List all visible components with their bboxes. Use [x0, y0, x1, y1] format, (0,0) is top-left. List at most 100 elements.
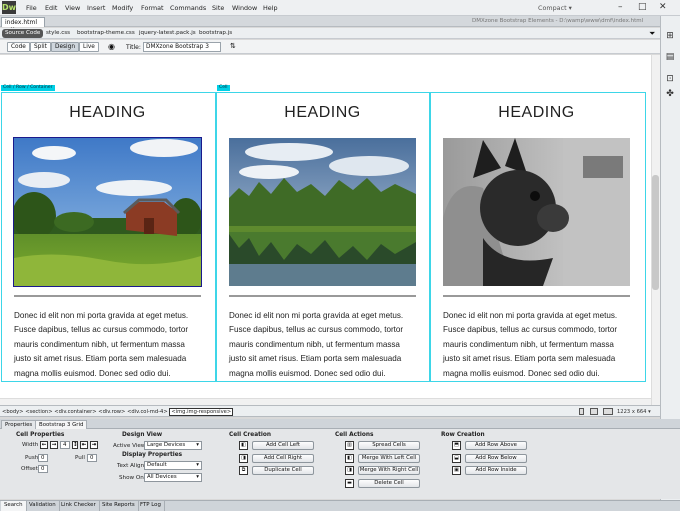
width-value[interactable]: 4 [60, 441, 70, 449]
document-toolbar [0, 40, 660, 54]
css-designer-icon[interactable]: ▤ [664, 52, 676, 63]
spread-cells-icon[interactable]: ▥ [345, 441, 354, 450]
design-view-button[interactable]: Design [51, 42, 80, 52]
workspace-switcher[interactable]: Compact ▾ [538, 4, 572, 12]
bootstrap-grid-panel [0, 429, 680, 499]
add-row-inside-button[interactable]: Add Row Inside [465, 466, 527, 475]
code-view-button[interactable]: Code [7, 42, 30, 52]
merge-right-button[interactable]: Merge With Right Cell [358, 466, 420, 475]
tag-section[interactable]: <section> [25, 409, 52, 415]
vertical-scrollbar-thumb[interactable] [652, 175, 659, 290]
tab-ftp-log[interactable]: FTP Log [137, 501, 165, 511]
pull-value[interactable]: 0 [87, 454, 97, 462]
width-decrease-icon[interactable]: ← [40, 441, 48, 449]
tab-search[interactable]: Search [1, 501, 27, 511]
width-increase-icon[interactable]: → [50, 441, 58, 449]
tab-bootstrap-grid[interactable]: Bootstrap 3 Grid [35, 420, 88, 429]
tab-properties[interactable]: Properties [1, 420, 37, 429]
menu-site[interactable]: Site [212, 4, 224, 12]
push-value[interactable]: 0 [38, 454, 48, 462]
menu-modify[interactable]: Modify [112, 4, 133, 12]
file-management-icon[interactable]: ⇅ [230, 42, 236, 50]
offset-value[interactable]: 0 [38, 465, 48, 473]
maximize-icon[interactable]: □ [638, 3, 647, 12]
active-view-select[interactable]: Large Devices [144, 441, 202, 450]
files-panel-icon[interactable]: ⊡ [664, 74, 676, 85]
source-code-button[interactable]: Source Code [2, 29, 44, 38]
menu-edit[interactable]: Edit [45, 4, 57, 12]
add-row-above-icon[interactable]: ⬒ [452, 441, 461, 450]
tag-body[interactable]: <body> [2, 409, 24, 415]
offset-left-icon[interactable]: ⇤ [80, 441, 88, 449]
menu-view[interactable]: View [65, 4, 80, 12]
pull-label: Pull [75, 455, 85, 461]
merge-right-icon[interactable]: ◨ [345, 466, 354, 475]
width-stepper-icon[interactable]: ↕ [72, 441, 78, 449]
tab-site-reports[interactable]: Site Reports [99, 501, 139, 511]
text-align-select[interactable]: Default [144, 461, 202, 470]
offset-right-icon[interactable]: ⇥ [90, 441, 98, 449]
barn-meadow-image[interactable] [13, 137, 202, 287]
divider-2 [229, 295, 416, 297]
close-icon[interactable]: ✕ [659, 3, 667, 12]
menu-window[interactable]: Window [232, 4, 257, 12]
add-row-above-button[interactable]: Add Row Above [465, 441, 527, 450]
tab-link-checker[interactable]: Link Checker [58, 501, 100, 511]
cell-creation-heading: Cell Creation [229, 432, 272, 438]
filter-icon[interactable]: ⏷ [649, 29, 655, 39]
french-bulldog-image[interactable] [443, 138, 630, 286]
display-properties-heading: Display Properties [122, 452, 183, 458]
tablet-size-icon[interactable] [590, 408, 598, 415]
menu-file[interactable]: File [26, 4, 37, 12]
tag-container[interactable]: <div.container> [54, 409, 96, 415]
duplicate-cell-button[interactable]: Duplicate Cell [252, 466, 314, 475]
live-view-button[interactable]: Live [79, 42, 99, 52]
add-row-below-button[interactable]: Add Row Below [465, 454, 527, 463]
desktop-size-icon[interactable] [603, 408, 613, 415]
tag-selector: <body> <section> <div.container> <div.ro… [2, 408, 234, 416]
lake-forest-image[interactable] [229, 138, 416, 286]
add-row-below-icon[interactable]: ⬓ [452, 454, 461, 463]
insert-panel-icon[interactable]: ⊞ [664, 31, 676, 42]
menu-help[interactable]: Help [263, 4, 278, 12]
duplicate-cell-icon[interactable]: ⧉ [239, 466, 248, 475]
menu-format[interactable]: Format [141, 4, 164, 12]
add-cell-right-button[interactable]: Add Cell Right [252, 454, 314, 463]
tag-row[interactable]: <div.row> [98, 409, 125, 415]
merge-left-button[interactable]: Merge With Left Cell [358, 454, 420, 463]
delete-cell-button[interactable]: Delete Cell [358, 479, 420, 488]
related-file-bootstrap-js[interactable]: bootstrap.js [199, 30, 232, 36]
spread-cells-button[interactable]: Spread Cells [358, 441, 420, 450]
title-input[interactable]: DMXzone Bootstrap 3 [143, 42, 221, 52]
merge-left-icon[interactable]: ◧ [345, 454, 354, 463]
split-view-button[interactable]: Split [30, 42, 51, 52]
window-size[interactable]: 1223 x 664 ▾ [617, 409, 651, 415]
mobile-size-icon[interactable] [579, 408, 584, 415]
horizontal-scrollbar[interactable] [0, 398, 651, 405]
delete-cell-icon[interactable]: ▬ [345, 479, 354, 488]
assets-panel-icon[interactable]: ✤ [664, 89, 676, 100]
heading-1: HEADING [69, 104, 146, 121]
add-cell-left-icon[interactable]: ◧ [239, 441, 248, 450]
menu-commands[interactable]: Commands [170, 4, 206, 12]
document-tab[interactable]: index.html × [1, 17, 45, 33]
tag-img-selected[interactable]: <img.img-responsive> [169, 408, 234, 416]
divider-3 [443, 295, 630, 297]
menu-insert[interactable]: Insert [87, 4, 105, 12]
cell-badge[interactable]: Cell [217, 85, 230, 91]
show-on-select[interactable]: All Devices [144, 473, 202, 482]
add-row-inside-icon[interactable]: ▣ [452, 466, 461, 475]
tab-validation[interactable]: Validation [26, 501, 60, 511]
paragraph-2: Donec id elit non mi porta gravida at eg… [229, 311, 404, 378]
paragraph-1: Donec id elit non mi porta gravida at eg… [14, 311, 189, 378]
tag-col[interactable]: <div.col-md-4> [127, 409, 168, 415]
related-file-jquery[interactable]: jquery-latest.pack.js [139, 30, 196, 36]
dreamweaver-logo: Dw [2, 1, 17, 14]
add-cell-right-icon[interactable]: ◨ [239, 454, 248, 463]
globe-icon[interactable]: ◉ [108, 42, 115, 51]
related-file-style-css[interactable]: style.css [46, 30, 70, 36]
related-file-bootstrap-theme[interactable]: bootstrap-theme.css [77, 30, 135, 36]
cell-row-container-badge[interactable]: Cell / Row / Container [1, 85, 55, 91]
add-cell-left-button[interactable]: Add Cell Left [252, 441, 314, 450]
minimize-icon[interactable]: – [618, 3, 623, 12]
